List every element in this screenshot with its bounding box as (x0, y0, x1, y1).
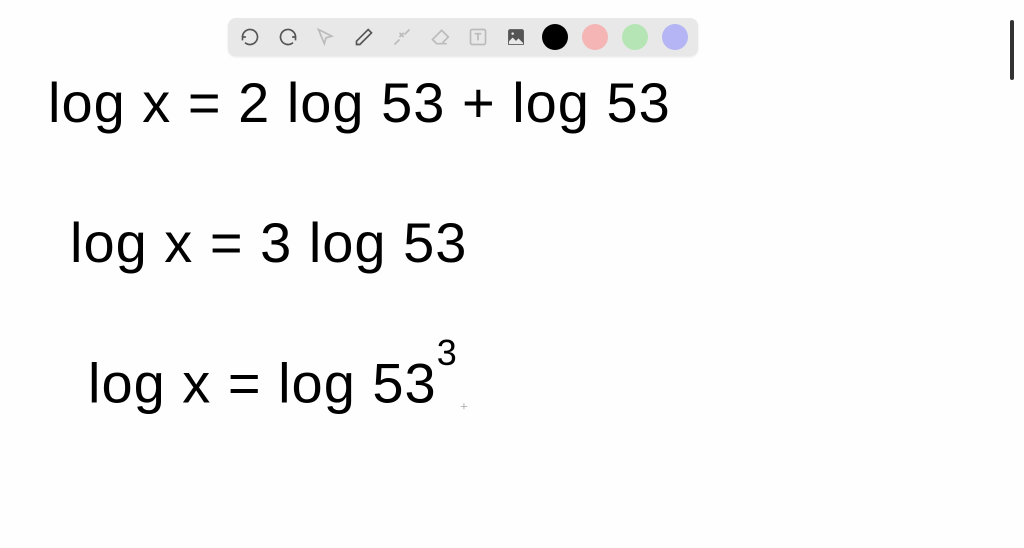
text-icon (468, 27, 488, 47)
cursor-crosshair: + (460, 400, 468, 416)
pen-icon (354, 27, 374, 47)
color-green[interactable] (622, 24, 648, 50)
scrollbar[interactable] (1010, 20, 1014, 80)
color-black[interactable] (542, 24, 568, 50)
undo-icon (240, 27, 260, 47)
pen-button[interactable] (352, 25, 376, 49)
equation-line-3-exponent: 3 (437, 332, 458, 373)
color-purple[interactable] (662, 24, 688, 50)
pointer-button[interactable] (314, 25, 338, 49)
equation-line-3-base: log x = log 53 (88, 352, 437, 415)
equation-line-3: log x = log 533 (88, 350, 458, 416)
equation-line-1: log x = 2 log 53 + log 53 (48, 70, 671, 135)
text-button[interactable] (466, 25, 490, 49)
undo-button[interactable] (238, 25, 262, 49)
color-pink[interactable] (582, 24, 608, 50)
eraser-icon (430, 27, 450, 47)
image-icon (506, 27, 526, 47)
tools-button[interactable] (390, 25, 414, 49)
redo-icon (278, 27, 298, 47)
tools-icon (392, 27, 412, 47)
image-button[interactable] (504, 25, 528, 49)
eraser-button[interactable] (428, 25, 452, 49)
redo-button[interactable] (276, 25, 300, 49)
toolbar (228, 18, 698, 56)
pointer-icon (316, 27, 336, 47)
equation-line-2: log x = 3 log 53 (70, 210, 467, 275)
